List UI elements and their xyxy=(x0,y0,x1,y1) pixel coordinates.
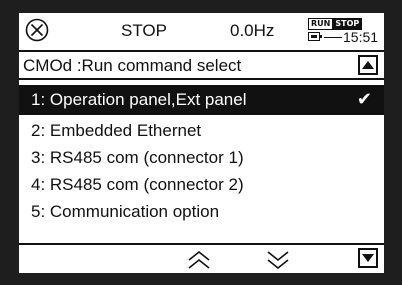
scroll-up-button[interactable] xyxy=(358,55,378,75)
double-chevron-down-icon[interactable] xyxy=(263,249,293,271)
clock-time: 15:51 xyxy=(343,29,379,45)
check-icon: ✔ xyxy=(356,89,372,110)
page-title: CMOd :Run command select xyxy=(23,56,242,75)
scroll-down-button[interactable] xyxy=(358,248,378,268)
option-list: 1: Operation panel,Ext panel ✔ 2: Embedd… xyxy=(19,83,384,225)
option-label: 4: RS485 com (connector 2) xyxy=(31,175,244,194)
triangle-up-icon xyxy=(362,61,374,69)
option-label: 3: RS485 com (connector 1) xyxy=(31,148,244,167)
option-label: 1: Operation panel,Ext panel xyxy=(31,90,247,109)
list-item[interactable]: 5: Communication option xyxy=(19,198,384,225)
option-label: 5: Communication option xyxy=(31,202,220,221)
list-item[interactable]: 2: Embedded Ethernet xyxy=(19,117,384,144)
menu-header: CMOd :Run command select xyxy=(19,50,384,80)
clock-row: 15:51 xyxy=(302,29,382,45)
list-item[interactable]: 4: RS485 com (connector 2) xyxy=(19,171,384,198)
double-chevron-up-icon[interactable] xyxy=(184,249,214,271)
battery-icon xyxy=(308,32,322,41)
option-label: 2: Embedded Ethernet xyxy=(31,121,202,140)
list-item[interactable]: 3: RS485 com (connector 1) xyxy=(19,144,384,171)
circle-x-icon xyxy=(25,18,49,42)
lcd-screen: STOP 0.0Hz RUN STOP 15:51 CMOd :Run comm… xyxy=(19,13,384,273)
run-state-text: STOP xyxy=(121,21,167,40)
list-item[interactable]: 1: Operation panel,Ext panel ✔ xyxy=(19,85,384,115)
device-frame: STOP 0.0Hz RUN STOP 15:51 CMOd :Run comm… xyxy=(0,0,402,285)
clock-separator xyxy=(324,37,342,38)
bottom-nav xyxy=(19,243,384,273)
frequency-readout: 0.0Hz xyxy=(230,21,275,40)
status-bar: STOP 0.0Hz RUN STOP 15:51 xyxy=(19,13,384,50)
triangle-down-icon xyxy=(362,254,374,262)
